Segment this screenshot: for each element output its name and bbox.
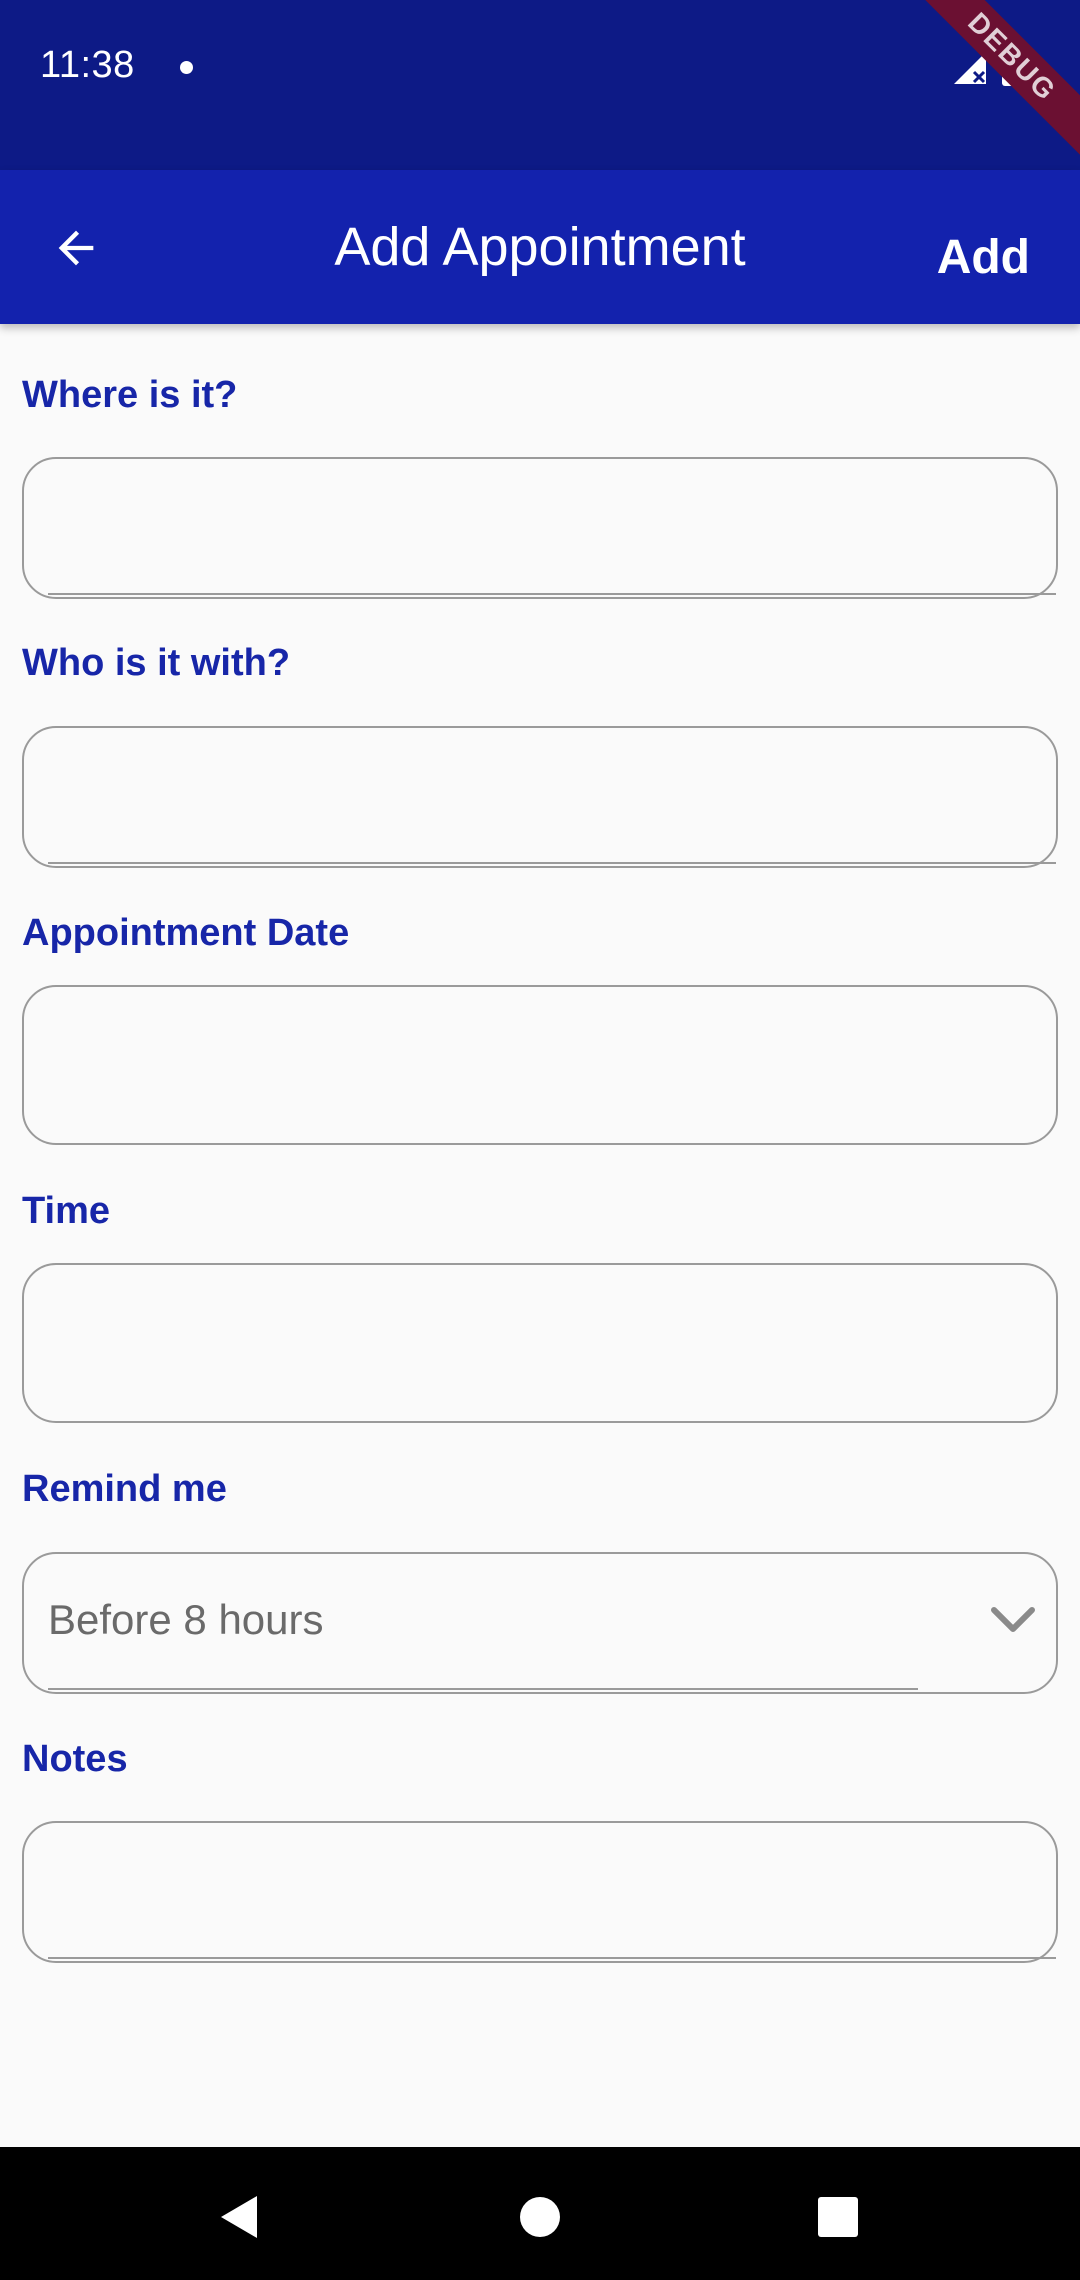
triangle-back-icon [221, 2196, 257, 2238]
system-nav-bar [0, 2147, 1080, 2280]
debug-banner-text: DEBUG [920, 0, 1080, 157]
where-input-underline [48, 593, 1056, 595]
app-bar: Add Appointment Add [0, 170, 1080, 324]
debug-ribbon: DEBUG [920, 0, 1080, 160]
nav-home-button[interactable] [500, 2177, 580, 2257]
remind-selected-value: Before 8 hours [48, 1596, 324, 1643]
where-label: Where is it? [22, 374, 238, 416]
circle-home-icon [520, 2197, 560, 2237]
where-input[interactable] [22, 457, 1058, 599]
nav-recents-button[interactable] [798, 2177, 878, 2257]
time-input[interactable] [22, 1263, 1058, 1423]
page-title: Add Appointment [334, 217, 746, 277]
who-label: Who is it with? [22, 642, 291, 684]
who-input[interactable] [22, 726, 1058, 868]
notes-label: Notes [22, 1738, 128, 1780]
who-input-underline [48, 862, 1056, 864]
notification-dot-icon [180, 61, 193, 74]
square-recents-icon [818, 2197, 858, 2237]
status-bar: 11:38 DEBUG [0, 0, 1080, 170]
remind-select-underline [48, 1688, 918, 1690]
date-input[interactable] [22, 985, 1058, 1145]
notes-input-underline [48, 1957, 1056, 1959]
nav-back-button[interactable] [200, 2177, 280, 2257]
notes-input[interactable] [22, 1821, 1058, 1963]
status-time: 11:38 [40, 44, 135, 86]
time-label: Time [22, 1190, 111, 1232]
remind-label: Remind me [22, 1468, 227, 1510]
date-label: Appointment Date [22, 912, 350, 954]
remind-select[interactable]: Before 8 hours [22, 1552, 1058, 1694]
add-button[interactable]: Add [937, 230, 1030, 285]
chevron-down-icon [991, 1607, 1035, 1632]
